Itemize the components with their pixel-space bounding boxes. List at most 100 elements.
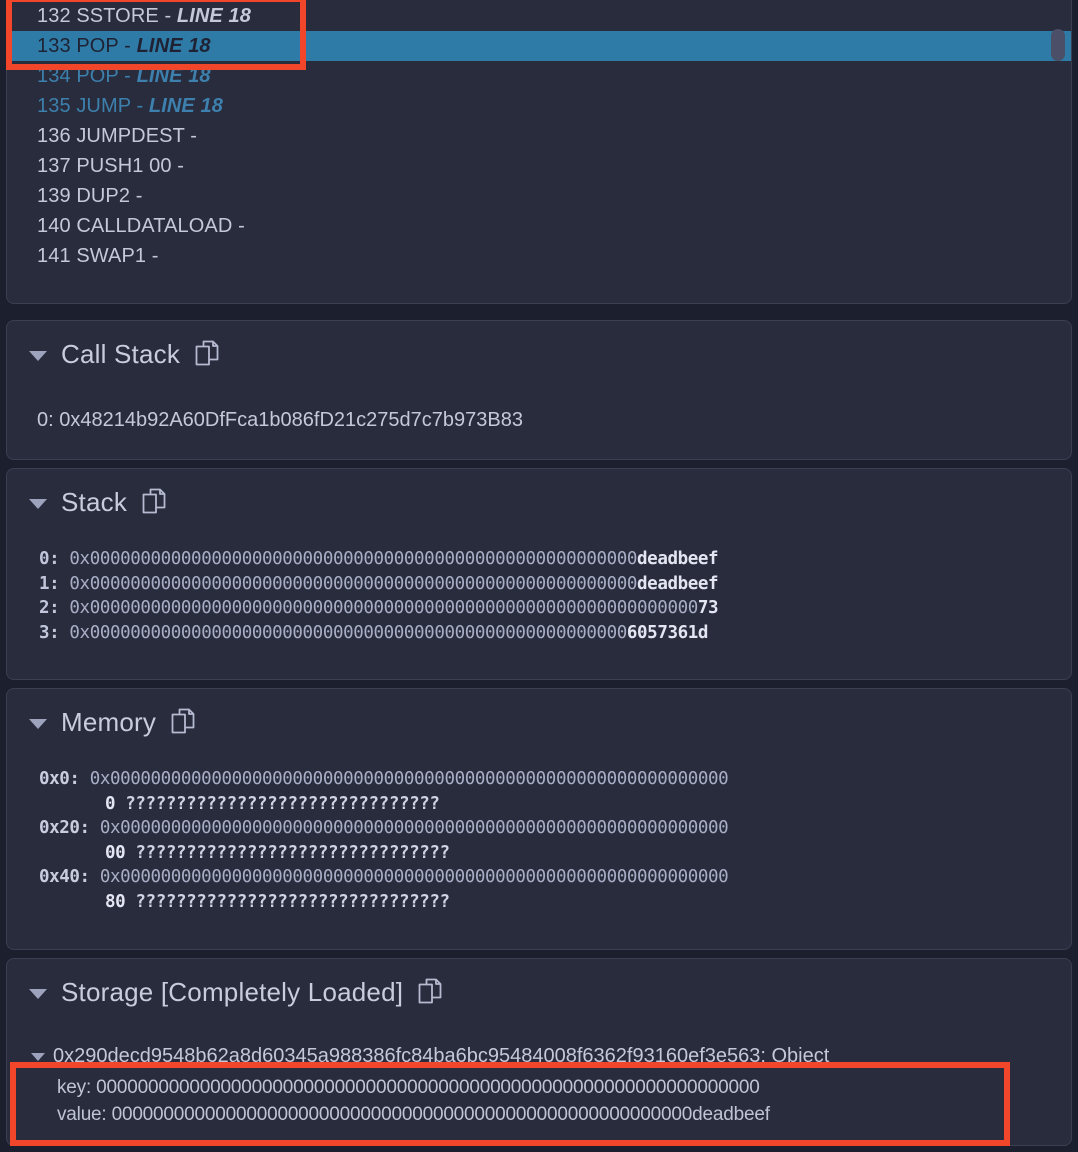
- opcode-list[interactable]: 132 SSTORE - LINE 18 133 POP - LINE 18 134…: [7, 1, 1071, 271]
- memory-ascii: ???????????????????????????????: [125, 793, 440, 814]
- call-stack-entries: 0: 0x48214b92A60DfFca1b086fD21c275d7c7b9…: [7, 409, 1071, 432]
- opcode-source-line: LINE 18: [130, 35, 211, 57]
- memory-hex-value: 0x00000000000000000000000000000000000000…: [89, 769, 729, 789]
- opcode-separator: -: [124, 35, 131, 57]
- memory-row-continuation: 80 ???????????????????????????????: [39, 890, 1071, 915]
- caret-down-icon[interactable]: [29, 498, 47, 509]
- opcode-index: 137: [37, 155, 77, 177]
- memory-ascii: ???????????????????????????????: [135, 891, 450, 912]
- copy-icon[interactable]: [141, 487, 167, 520]
- opcode-index: 139: [37, 185, 77, 207]
- memory-ascii: ???????????????????????????????: [135, 842, 450, 863]
- opcode-row[interactable]: 136 JUMPDEST -: [7, 121, 1071, 151]
- opcode-index: 133: [37, 35, 77, 57]
- stack-entries: 0: 0x00000000000000000000000000000000000…: [7, 547, 1071, 645]
- opcode-index: 141: [37, 245, 77, 267]
- stack-title: Stack: [61, 486, 128, 517]
- storage-entries: 0x290decd9548b62a8d60345a988386fc84ba6bc…: [7, 1045, 1071, 1128]
- stack-value-tail: 73: [697, 598, 719, 618]
- stack-index: 2:: [39, 598, 70, 618]
- memory-header[interactable]: Memory: [7, 689, 1071, 737]
- call-stack-row: 0: 0x48214b92A60DfFca1b086fD21c275d7c7b9…: [37, 409, 523, 431]
- opcode-separator: -: [135, 185, 143, 207]
- opcode-separator: -: [177, 155, 185, 177]
- stack-index: 1:: [39, 573, 70, 594]
- caret-down-icon[interactable]: [29, 988, 47, 999]
- call-stack-panel: Call Stack 0: 0x48214b92A60DfFca1b086fD2…: [6, 320, 1072, 460]
- storage-value-row: value: 000000000000000000000000000000000…: [57, 1104, 770, 1125]
- storage-header[interactable]: Storage [Completely Loaded]: [7, 959, 1071, 1007]
- stack-row: 3: 0x00000000000000000000000000000000000…: [39, 621, 1071, 646]
- opcode-separator: -: [151, 245, 159, 267]
- storage-panel: Storage [Completely Loaded] 0x290decd954…: [6, 958, 1072, 1146]
- caret-down-icon[interactable]: [29, 350, 47, 361]
- opcode-source-line: LINE 18: [130, 65, 211, 87]
- opcode-row[interactable]: 133 POP - LINE 18: [7, 31, 1071, 61]
- memory-row-continuation: 00 ???????????????????????????????: [39, 841, 1071, 866]
- opcode-row[interactable]: 132 SSTORE - LINE 18: [7, 1, 1071, 31]
- opcode-separator: -: [190, 125, 197, 147]
- opcode-row[interactable]: 135 JUMP - LINE 18: [7, 91, 1071, 121]
- opcode-row[interactable]: 140 CALLDATALOAD -: [7, 211, 1071, 241]
- opcode-mnemonic: CALLDATALOAD: [76, 215, 239, 237]
- memory-offset-label: 0x0:: [39, 769, 90, 789]
- opcode-source-line: LINE 18: [171, 5, 251, 27]
- stack-index: 3:: [39, 622, 70, 643]
- stack-value: 0x00000000000000000000000000000000000000…: [69, 573, 638, 594]
- opcode-mnemonic: JUMP: [76, 95, 137, 117]
- opcode-row[interactable]: 139 DUP2 -: [7, 181, 1071, 211]
- memory-hex-tail: 80: [105, 891, 136, 912]
- stack-value: 0x00000000000000000000000000000000000000…: [69, 598, 698, 618]
- stack-row: 2: 0x00000000000000000000000000000000000…: [39, 596, 1071, 621]
- opcode-index: 134: [37, 65, 77, 87]
- stack-value-tail: deadbeef: [637, 549, 719, 569]
- stack-row: 0: 0x00000000000000000000000000000000000…: [39, 547, 1071, 572]
- memory-title: Memory: [61, 706, 157, 737]
- memory-hex-tail: 00: [105, 842, 136, 863]
- call-stack-header[interactable]: Call Stack: [7, 321, 1071, 369]
- memory-offset-label: 0x20:: [39, 818, 100, 838]
- memory-panel: Memory 0x0: 0x00000000000000000000000000…: [6, 688, 1072, 950]
- opcode-list-panel[interactable]: 132 SSTORE - LINE 18 133 POP - LINE 18 134…: [6, 0, 1072, 304]
- copy-icon[interactable]: [417, 977, 443, 1010]
- stack-row: 1: 0x00000000000000000000000000000000000…: [39, 572, 1071, 597]
- opcode-row[interactable]: 137 PUSH1 00 -: [7, 151, 1071, 181]
- opcode-mnemonic: PUSH1 00: [76, 155, 178, 177]
- storage-key-value-group: key: 00000000000000000000000000000000000…: [31, 1074, 1071, 1128]
- opcode-index: 132: [37, 5, 77, 27]
- memory-row: 0x0: 0x000000000000000000000000000000000…: [39, 767, 1071, 816]
- storage-title: Storage [Completely Loaded]: [61, 976, 404, 1007]
- memory-hex-tail: 0: [105, 793, 126, 814]
- opcode-mnemonic: POP: [76, 35, 125, 57]
- storage-key-row: key: 00000000000000000000000000000000000…: [57, 1077, 760, 1098]
- opcode-source-line: LINE 18: [143, 95, 223, 117]
- stack-value-tail: deadbeef: [637, 573, 719, 594]
- stack-value: 0x00000000000000000000000000000000000000…: [69, 622, 627, 643]
- opcode-scrollbar-thumb[interactable]: [1051, 29, 1065, 61]
- opcode-index: 136: [37, 125, 77, 147]
- copy-icon[interactable]: [170, 707, 196, 740]
- memory-hex-value: 0x00000000000000000000000000000000000000…: [99, 818, 729, 838]
- memory-row: 0x20: 0x00000000000000000000000000000000…: [39, 816, 1071, 865]
- opcode-separator: -: [124, 65, 131, 87]
- stack-header[interactable]: Stack: [7, 469, 1071, 517]
- opcode-mnemonic: SSTORE: [76, 5, 165, 27]
- stack-panel: Stack 0: 0x00000000000000000000000000000…: [6, 468, 1072, 680]
- copy-icon[interactable]: [194, 339, 220, 372]
- opcode-row[interactable]: 141 SWAP1 -: [7, 241, 1071, 271]
- opcode-mnemonic: SWAP1: [76, 245, 152, 267]
- storage-object-row[interactable]: 0x290decd9548b62a8d60345a988386fc84ba6bc…: [31, 1045, 1071, 1068]
- opcode-index: 135: [37, 95, 77, 117]
- debugger-panel-root: 132 SSTORE - LINE 18 133 POP - LINE 18 134…: [0, 0, 1078, 1152]
- memory-row: 0x40: 0x00000000000000000000000000000000…: [39, 865, 1071, 914]
- opcode-row[interactable]: 134 POP - LINE 18: [7, 61, 1071, 91]
- caret-down-icon[interactable]: [31, 1052, 45, 1061]
- opcode-index: 140: [37, 215, 77, 237]
- stack-value-tail: 6057361d: [626, 622, 708, 643]
- opcode-mnemonic: JUMPDEST: [76, 125, 191, 147]
- memory-hex-value: 0x00000000000000000000000000000000000000…: [99, 867, 729, 887]
- stack-index: 0:: [39, 549, 70, 569]
- storage-object-hash: 0x290decd9548b62a8d60345a988386fc84ba6bc…: [53, 1045, 830, 1067]
- opcode-separator: -: [238, 215, 245, 237]
- caret-down-icon[interactable]: [29, 718, 47, 729]
